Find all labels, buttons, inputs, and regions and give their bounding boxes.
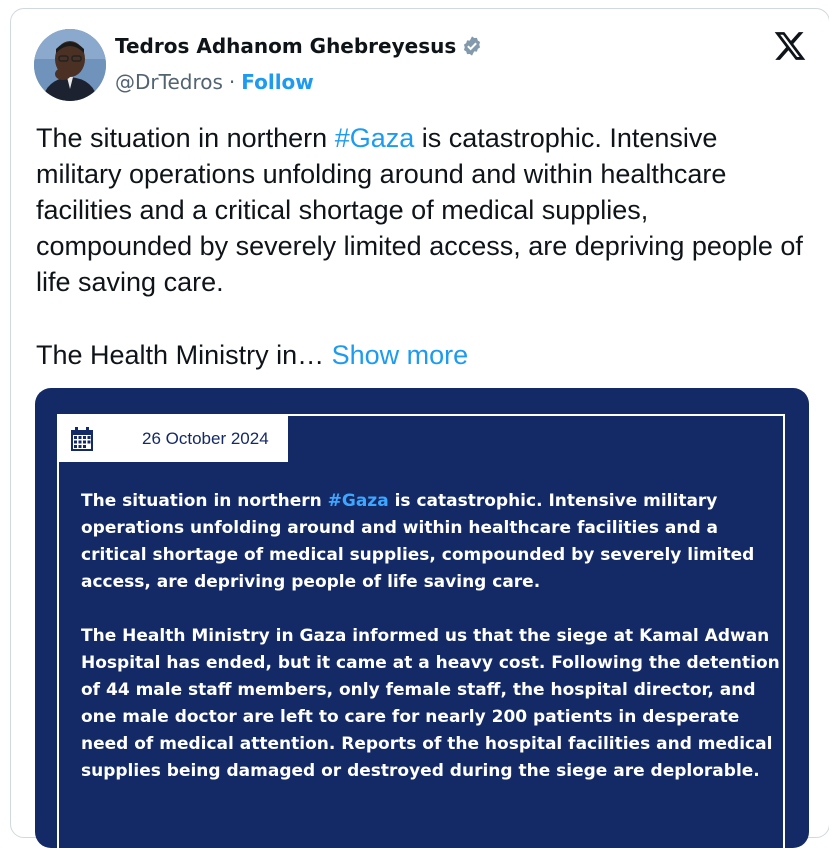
media-paragraph-1: The situation in northern #Gaza is catas… — [81, 488, 781, 596]
avatar-image — [34, 29, 106, 101]
media-date: 26 October 2024 — [142, 429, 269, 448]
date-box: 26 October 2024 — [58, 416, 288, 462]
media-para1-before: The situation in northern — [81, 491, 328, 511]
follow-button[interactable]: Follow — [241, 70, 314, 94]
media-paragraph-2: The Health Ministry in Gaza informed us … — [81, 626, 780, 781]
author-name-row[interactable]: Tedros Adhanom Ghebreyesus — [115, 34, 483, 58]
author-handle-row: @DrTedros · Follow — [115, 70, 314, 94]
author-name[interactable]: Tedros Adhanom Ghebreyesus — [115, 34, 456, 58]
media-body-text: The situation in northern #Gaza is catas… — [81, 488, 781, 812]
calendar-icon — [71, 427, 93, 451]
show-more-link[interactable]: Show more — [332, 340, 469, 370]
media-hashtag: #Gaza — [327, 491, 389, 511]
tweet-media-image[interactable]: 26 October 2024 The situation in norther… — [35, 388, 809, 848]
avatar[interactable] — [34, 29, 106, 101]
tweet-truncated-text: The Health Ministry in… — [36, 340, 325, 370]
tweet-text-before: The situation in northern — [36, 123, 335, 153]
separator-dot: · — [228, 70, 236, 94]
author-handle[interactable]: @DrTedros — [115, 70, 223, 94]
verified-badge-icon — [464, 36, 481, 56]
hashtag-link[interactable]: #Gaza — [335, 123, 415, 153]
x-logo-icon[interactable] — [773, 29, 807, 63]
tweet-second-paragraph: The Health Ministry in… Show more — [36, 337, 468, 373]
tweet-text: The situation in northern #Gaza is catas… — [36, 120, 806, 300]
